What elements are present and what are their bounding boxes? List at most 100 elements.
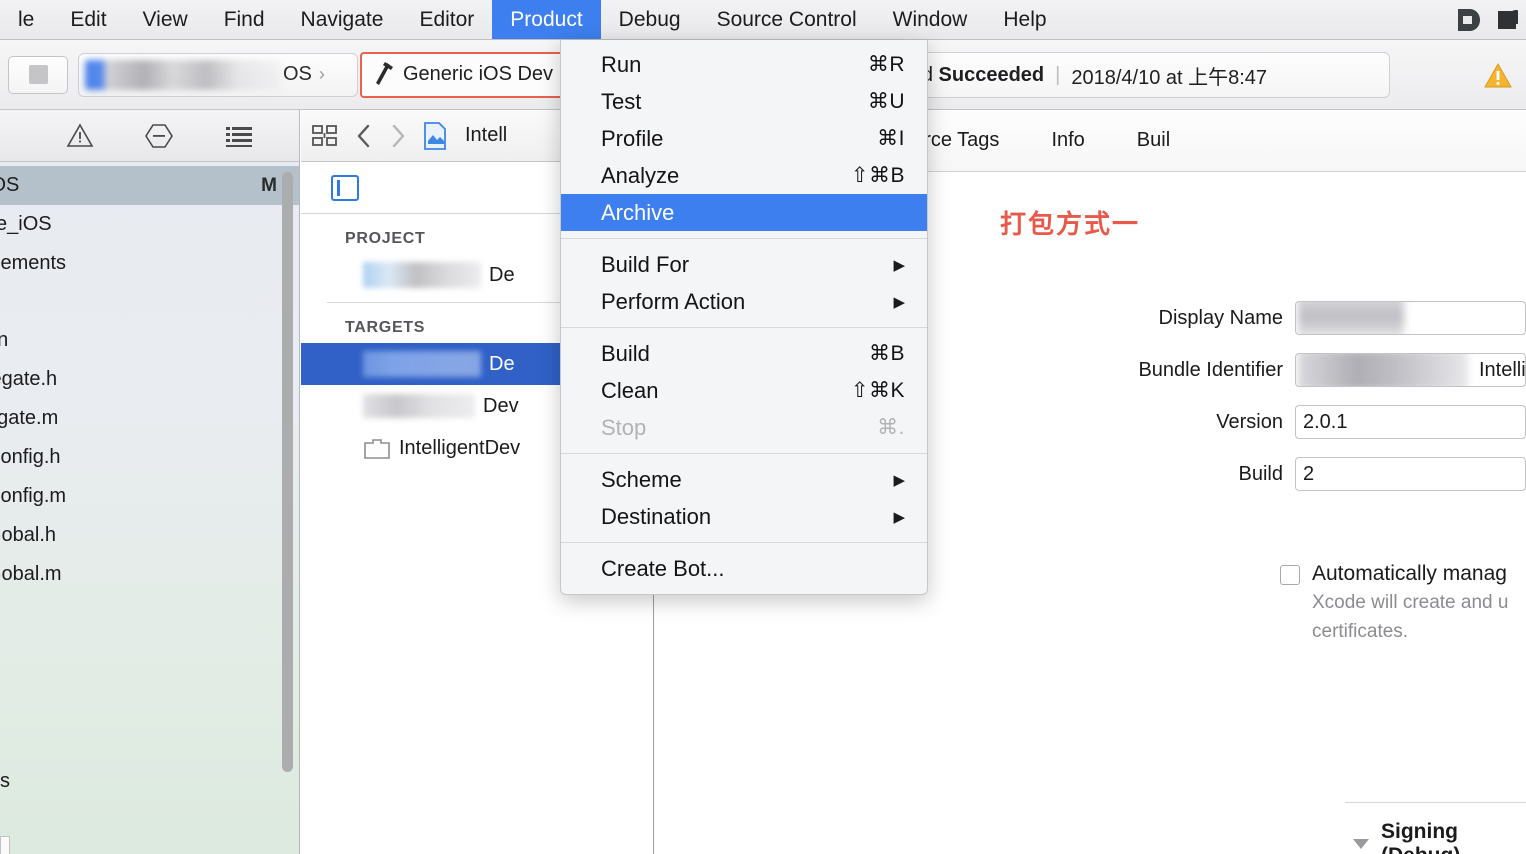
menu-separator: [561, 238, 927, 239]
build-status-text: ild Succeeded: [913, 64, 1044, 87]
nav-item-config-m[interactable]: Config.m: [0, 477, 299, 516]
minus-diamond-icon[interactable]: [144, 123, 174, 149]
nav-item-label: Config.m: [0, 485, 67, 507]
dropbox-icon[interactable]: [1452, 5, 1482, 35]
menu-item-label: Build: [601, 340, 650, 366]
nav-item-bottom-label: s: [0, 770, 10, 792]
navigator-scrollbar[interactable]: [282, 172, 293, 772]
display-name-redacted-value: [1298, 302, 1404, 334]
stop-button[interactable]: [8, 55, 68, 94]
menu-item-shortcut: ⇧⌘K: [850, 379, 905, 402]
nav-item-modified-badge: M: [261, 174, 277, 196]
chevron-left-icon[interactable]: [355, 123, 373, 149]
menu-item-shortcut: ⌘I: [877, 127, 905, 150]
menu-item-label: Clean: [601, 377, 659, 403]
auto-manage-signing-text: Automatically manag Xcode will create an…: [1312, 562, 1508, 645]
nav-item-appdelegate-h[interactable]: legate.h: [0, 360, 299, 399]
menu-navigate[interactable]: Navigate: [283, 0, 402, 39]
list-lines-icon[interactable]: [224, 124, 254, 148]
nav-item-gobal-m[interactable]: Gobal.m: [0, 555, 299, 594]
nav-item-on[interactable]: on: [0, 321, 299, 360]
menu-item-archive[interactable]: Archive: [561, 194, 927, 231]
tab-build-settings[interactable]: Buil: [1111, 129, 1196, 152]
warning-triangle-icon[interactable]: [1484, 63, 1512, 88]
menu-item-shortcut: ⌘.: [877, 416, 905, 439]
menu-editor[interactable]: Editor: [401, 0, 492, 39]
menu-item-shortcut: ⇧⌘B: [850, 164, 905, 187]
build-input[interactable]: 2: [1295, 457, 1526, 491]
warning-triangle-icon[interactable]: [66, 123, 94, 148]
menu-item-scheme[interactable]: Scheme ▶: [561, 461, 927, 498]
menu-item-label: Create Bot...: [601, 555, 725, 581]
build-value: 2: [1303, 462, 1315, 485]
chevron-right-icon[interactable]: [389, 123, 407, 149]
nav-item-gobal-h[interactable]: Gobal.h: [0, 516, 299, 555]
signing-section-divider: [1345, 802, 1526, 803]
scheme-selector[interactable]: OS ›: [78, 52, 358, 97]
signing-debug-header[interactable]: Signing (Debug): [1353, 820, 1526, 854]
version-value: 2.0.1: [1303, 410, 1348, 433]
nav-item-appdelegate-m[interactable]: egate.m: [0, 399, 299, 438]
display-name-input[interactable]: [1295, 301, 1526, 335]
target-name-redacted: [363, 394, 475, 418]
chevron-down-icon[interactable]: [1353, 839, 1369, 849]
target-name-label: IntelligentDev: [399, 436, 521, 459]
grid-squares-icon[interactable]: [311, 123, 339, 149]
destination-selector[interactable]: Generic iOS Dev: [360, 51, 565, 98]
auto-manage-signing-sub-line2: certificates.: [1312, 621, 1409, 643]
menu-item-destination[interactable]: Destination ▶: [561, 498, 927, 535]
menu-file[interactable]: le: [0, 0, 52, 39]
menu-item-run[interactable]: Run ⌘R: [561, 46, 927, 83]
menu-edit[interactable]: Edit: [52, 0, 124, 39]
menu-product[interactable]: Product: [492, 0, 601, 39]
target-name-suffix: De: [489, 352, 515, 375]
nav-item-config-h[interactable]: Config.h: [0, 438, 299, 477]
menu-item-create-bot[interactable]: Create Bot...: [561, 550, 927, 587]
nav-item-ce-ios[interactable]: ce_iOS: [0, 205, 299, 244]
navigator-bottom-corner: [0, 836, 10, 854]
menu-item-build-for[interactable]: Build For ▶: [561, 246, 927, 283]
menu-view[interactable]: View: [125, 0, 206, 39]
target-name-redacted: [363, 351, 481, 377]
signing-debug-label: Signing (Debug): [1381, 820, 1460, 854]
menu-item-label: Profile: [601, 125, 664, 151]
menu-help[interactable]: Help: [985, 0, 1064, 39]
menu-item-clean[interactable]: Clean ⇧⌘K: [561, 372, 927, 409]
auto-manage-signing-checkbox[interactable]: [1280, 565, 1300, 585]
menu-source-control[interactable]: Source Control: [699, 0, 875, 39]
nav-item-ios[interactable]: iOS M: [0, 166, 299, 205]
xcode-window: le Edit View Find Navigate Editor Produc…: [0, 0, 1526, 854]
menu-item-test[interactable]: Test ⌘U: [561, 83, 927, 120]
bundle-identifier-input[interactable]: IntelligentD: [1295, 353, 1526, 387]
build-status-date: 2018/4/10 at 上午8:47: [1071, 66, 1268, 89]
menubar-status-icons: [1452, 0, 1526, 39]
navigator-filter-bar: [0, 110, 416, 162]
menu-window[interactable]: Window: [875, 0, 986, 39]
nav-item-label: itlements: [0, 252, 67, 274]
menubar-spacer: [1065, 0, 1452, 39]
submenu-arrow-icon: ▶: [893, 508, 905, 526]
menu-separator: [561, 327, 927, 328]
project-document-icon: [423, 121, 447, 150]
nav-item-entitlements[interactable]: itlements: [0, 244, 299, 283]
menu-item-profile[interactable]: Profile ⌘I: [561, 120, 927, 157]
scheme-os-label: OS: [283, 63, 312, 85]
auto-manage-signing-label: Automatically manag: [1312, 562, 1507, 585]
menu-item-analyze[interactable]: Analyze ⇧⌘B: [561, 157, 927, 194]
battery-icon[interactable]: [1496, 5, 1518, 35]
menu-item-label: Analyze: [601, 162, 680, 188]
navigator-panel: iOS M ce_iOS itlements on legate.h egate…: [0, 110, 416, 854]
version-input[interactable]: 2.0.1: [1295, 405, 1526, 439]
menu-find[interactable]: Find: [206, 0, 283, 39]
navigator-file-list: iOS M ce_iOS itlements on legate.h egate…: [0, 162, 299, 594]
menu-item-perform-action[interactable]: Perform Action ▶: [561, 283, 927, 320]
nav-item-label: iOS: [0, 174, 20, 196]
destination-label: Generic iOS Dev: [403, 63, 554, 85]
menu-item-shortcut: ⌘B: [868, 342, 905, 365]
menu-debug[interactable]: Debug: [601, 0, 699, 39]
jump-bar-doc-label: Intell: [465, 124, 508, 146]
sidebar-toggle-icon[interactable]: [331, 174, 359, 201]
nav-item-label: Config.h: [0, 446, 61, 468]
tab-info[interactable]: Info: [1025, 129, 1110, 152]
menu-item-build[interactable]: Build ⌘B: [561, 335, 927, 372]
